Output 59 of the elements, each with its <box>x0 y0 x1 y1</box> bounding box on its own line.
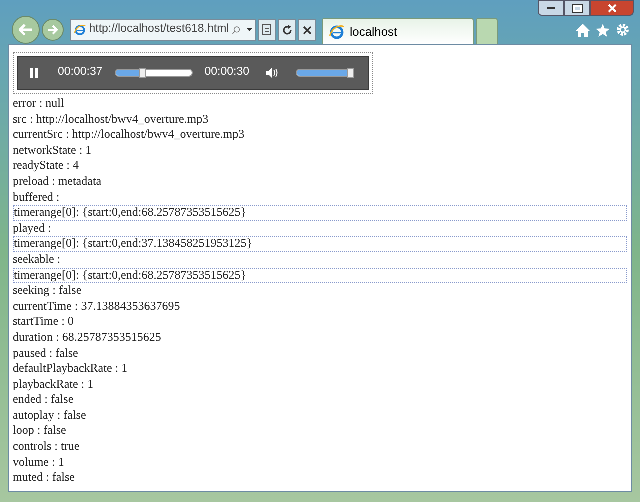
slider-thumb[interactable] <box>346 68 354 78</box>
minimize-button[interactable] <box>538 0 564 16</box>
property-line: src : http://localhost/bwv4_overture.mp3 <box>13 112 210 128</box>
volume-button[interactable] <box>266 68 278 78</box>
property-line: preload : metadata <box>13 174 103 190</box>
forward-arrow-icon <box>48 25 58 35</box>
forward-button[interactable] <box>42 19 64 41</box>
browser-logo-icon <box>74 22 86 38</box>
property-line: volume : 1 <box>13 454 66 470</box>
page-icon <box>262 24 272 36</box>
address-bar[interactable]: http://localhost/test618.html <box>70 19 256 41</box>
refresh-button[interactable] <box>278 19 296 41</box>
remaining-time: 00:00:30 <box>204 65 250 80</box>
elapsed-time: 00:00:37 <box>58 65 103 80</box>
property-line: controls : true <box>13 439 81 455</box>
star-icon[interactable] <box>596 24 610 36</box>
property-line: error : null <box>13 96 66 112</box>
property-line: networkState : 1 <box>13 142 93 158</box>
browser-tab[interactable]: localhost <box>322 18 474 44</box>
pause-button[interactable] <box>28 67 40 79</box>
search-icon <box>232 24 241 36</box>
property-line: autoplay : false <box>13 408 88 424</box>
property-line: readyState : 4 <box>13 158 80 174</box>
settings-icon[interactable] <box>616 23 630 37</box>
home-icon[interactable] <box>576 24 590 36</box>
compatibility-button[interactable] <box>258 19 276 41</box>
back-button[interactable] <box>12 16 40 44</box>
time-range-box: timerange[0]: {start:0,end:37.138458251953125} <box>13 236 627 252</box>
address-text: http://localhost/test618.html <box>89 22 230 38</box>
property-line: currentTime : 37.13884353637695 <box>13 298 182 314</box>
property-line: ended : false <box>13 392 75 408</box>
close-icon <box>302 26 312 34</box>
seek-slider[interactable] <box>114 69 193 77</box>
property-line: played : <box>13 220 52 236</box>
property-line: loop : false <box>13 423 68 440</box>
browser-logo-icon <box>329 24 345 40</box>
property-line: buffered : <box>13 190 61 206</box>
property-line: defaultPlaybackRate : 1 <box>13 361 129 377</box>
property-line: paused : false <box>13 346 80 362</box>
property-line: seeking : false <box>13 283 83 299</box>
time-range-box: timerange[0]: {start:0,end:68.25787353515625} <box>13 268 627 284</box>
slider-thumb[interactable] <box>138 68 146 78</box>
property-line: startTime : 0 <box>13 314 75 330</box>
speaker-icon <box>266 68 278 78</box>
refresh-icon <box>282 24 292 36</box>
property-line: currentSrc : http://localhost/bwv4_overture.mp3 <box>13 127 246 143</box>
property-line: seekable : <box>13 252 62 268</box>
stop-button[interactable] <box>298 19 316 41</box>
volume-slider[interactable] <box>296 69 354 77</box>
property-line: muted : false <box>13 470 76 486</box>
property-line: duration : 68.25787353515625 <box>13 330 162 346</box>
dropdown-caret-icon <box>246 28 252 32</box>
close-button[interactable] <box>590 0 634 16</box>
property-line: playbackRate : 1 <box>13 376 95 392</box>
close-icon <box>608 4 616 12</box>
pause-icon <box>30 68 38 78</box>
back-arrow-icon <box>19 24 33 36</box>
maximize-button[interactable] <box>564 0 590 16</box>
time-range-box: timerange[0]: {start:0,end:68.25787353515625} <box>13 205 627 221</box>
